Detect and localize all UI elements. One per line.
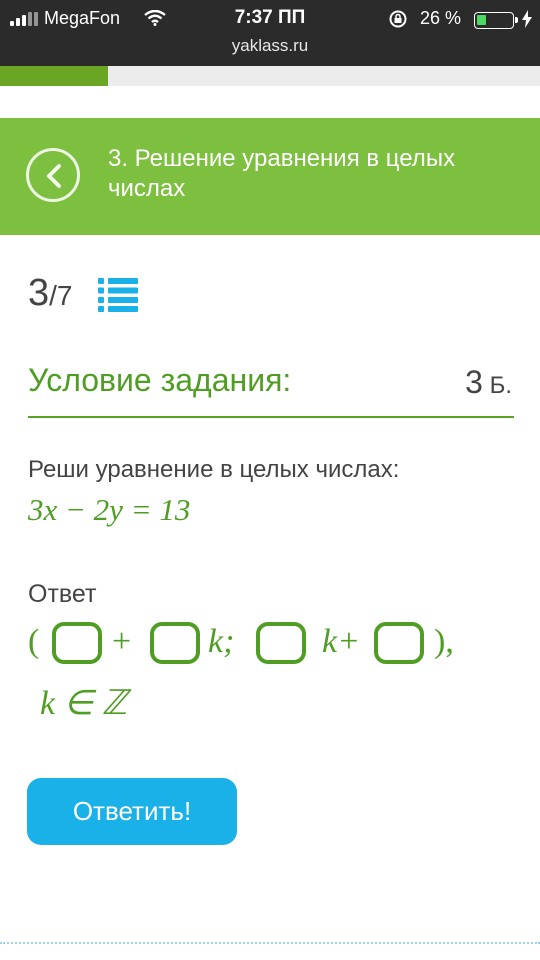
answer-input-3[interactable] xyxy=(256,622,306,664)
page-title: 3. Решение уравнения в целых числах xyxy=(108,145,456,202)
task-current: 3 xyxy=(28,272,50,314)
k-semicolon: k; xyxy=(208,623,235,660)
close-paren: ), xyxy=(434,623,454,660)
submit-answer-button[interactable]: Ответить! xyxy=(27,778,237,845)
points-badge: 3 Б. xyxy=(465,364,512,401)
battery-percent: 26 % xyxy=(420,8,462,28)
points-unit: Б. xyxy=(482,372,512,399)
task-counter: 3/7 xyxy=(28,272,73,315)
points-value: 3 xyxy=(465,364,483,400)
answer-input-4[interactable] xyxy=(374,622,424,664)
k-plus: k+ xyxy=(322,623,361,660)
footer-divider xyxy=(0,942,540,944)
task-header: 3. Решение уравнения в целых числах xyxy=(0,118,540,235)
plus-sign: + xyxy=(112,623,132,660)
lesson-progress-bar xyxy=(0,66,540,86)
back-button[interactable] xyxy=(26,148,80,202)
k-in-integers: k ∈ ℤ xyxy=(40,685,128,722)
address-bar[interactable]: yaklass.ru xyxy=(0,36,540,56)
answer-label: Ответ xyxy=(28,580,97,608)
charging-icon xyxy=(521,10,533,33)
rotation-lock-icon xyxy=(388,9,408,34)
task-equation: 3x − 2y = 13 xyxy=(28,492,191,527)
chevron-left-icon xyxy=(47,164,61,188)
answer-input-1[interactable] xyxy=(52,622,102,664)
task-total: /7 xyxy=(49,280,73,311)
open-paren: ( xyxy=(28,623,40,660)
battery-icon xyxy=(474,12,518,29)
progress-fill xyxy=(0,66,108,86)
status-bar: MegaFon 7:37 ПП 26 % yaklass.ru xyxy=(0,0,540,66)
condition-title: Условие задания: xyxy=(28,362,292,398)
condition-divider xyxy=(28,416,514,418)
task-text: Реши уравнение в целых числах: xyxy=(28,456,400,483)
task-list-icon[interactable] xyxy=(98,278,138,317)
answer-input-2[interactable] xyxy=(150,622,200,664)
